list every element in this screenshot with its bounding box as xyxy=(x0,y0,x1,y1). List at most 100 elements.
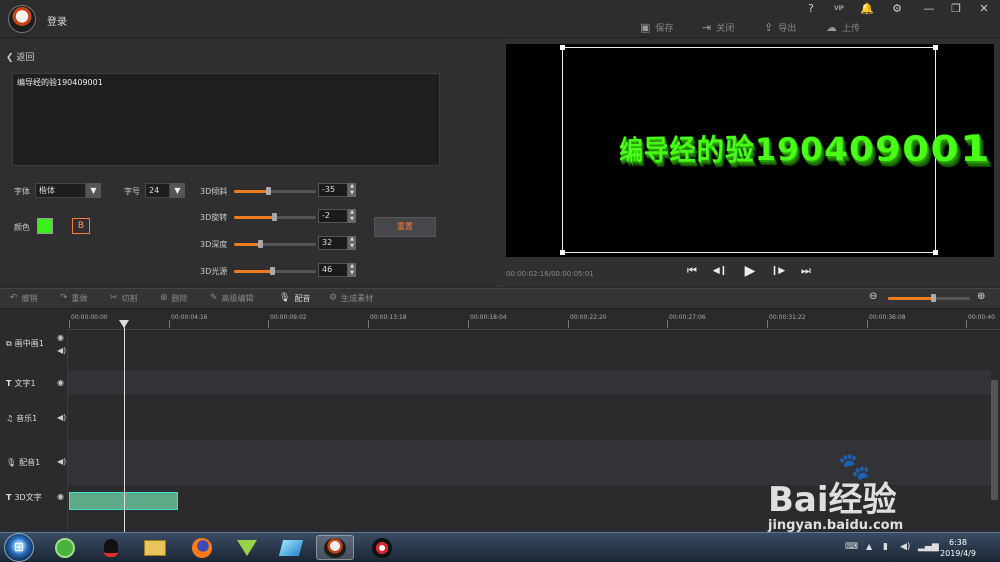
tool-label: 生成素材 xyxy=(341,293,374,303)
resize-handle[interactable] xyxy=(933,250,938,255)
track-label-text1[interactable]: T 文字1 xyxy=(6,378,36,389)
ruler-tick-label: 00:00:27:06 xyxy=(669,314,706,321)
resize-handle[interactable] xyxy=(560,250,565,255)
qq-icon[interactable] xyxy=(92,535,130,560)
color-swatch[interactable] xyxy=(37,218,53,234)
firefox-icon[interactable] xyxy=(183,535,221,560)
spinner-arrows-icon[interactable]: ▲ ▼ xyxy=(348,209,356,223)
eye-icon[interactable]: ◉ xyxy=(57,492,64,501)
size-select[interactable]: 24 xyxy=(145,183,170,198)
minimize-icon[interactable]: — xyxy=(922,2,936,16)
slider-label: 3D光源 xyxy=(200,267,228,276)
track-lane[interactable] xyxy=(68,395,991,440)
font-select[interactable]: 楷体 xyxy=(35,183,86,198)
slider-value-input[interactable]: -35 xyxy=(318,183,348,197)
close-window-icon[interactable]: ✕ xyxy=(977,2,991,16)
tool-undo-button[interactable]: ↶ 撤销 xyxy=(10,292,38,304)
track-label-3dtext[interactable]: T 3D文字 xyxy=(6,492,42,503)
export-button[interactable]: ⇪ 导出 xyxy=(764,20,796,34)
chevron-down-icon[interactable]: ▼ xyxy=(170,183,185,198)
advanced-edit-icon: ✎ xyxy=(210,293,218,303)
keyboard-icon[interactable]: ⌨ xyxy=(845,542,858,552)
speaker-icon[interactable]: ◀) xyxy=(57,457,66,466)
ruler-tick-mark xyxy=(468,320,469,328)
watermark-url: jingyan.baidu.com xyxy=(768,518,904,533)
close-doc-label: 关闭 xyxy=(716,23,735,34)
ruler-tick-mark xyxy=(568,320,569,328)
vip-icon[interactable]: VIP xyxy=(832,2,846,16)
ruler-tick-mark xyxy=(268,320,269,328)
speaker-icon[interactable]: ◀) xyxy=(57,346,66,355)
slider-value-input[interactable]: 46 xyxy=(318,263,348,277)
spinner-arrows-icon[interactable]: ▲ ▼ xyxy=(348,183,356,197)
slider-fill xyxy=(234,190,268,193)
slider-value-input[interactable]: 32 xyxy=(318,236,348,250)
speaker-icon[interactable]: ◀) xyxy=(57,413,66,422)
save-button[interactable]: ▣ 保存 xyxy=(640,20,673,34)
upload-label: 上传 xyxy=(842,23,861,34)
tool-generate-button[interactable]: ⚙ 生成素材 xyxy=(329,292,373,304)
track-lane[interactable] xyxy=(68,330,991,370)
login-link[interactable]: 登录 xyxy=(47,13,67,28)
zoom-out-icon[interactable]: ⊖ xyxy=(869,291,877,302)
slider-value-input[interactable]: -2 xyxy=(318,209,348,223)
back-button[interactable]: ❮ 返回 xyxy=(6,50,34,63)
reset-button[interactable]: 重置 xyxy=(374,217,436,237)
maximize-icon[interactable]: ❐ xyxy=(949,2,963,16)
gear-icon[interactable]: ⚙ xyxy=(890,2,904,16)
volume-icon[interactable]: ◀) xyxy=(900,542,910,552)
resize-handle[interactable] xyxy=(560,45,565,50)
generate-icon: ⚙ xyxy=(329,293,338,303)
notepad-app-icon[interactable] xyxy=(272,535,310,560)
step-back-icon[interactable]: ◀❙ xyxy=(712,263,728,279)
slider-fill xyxy=(234,270,272,273)
ruler-tick-label: 00:00:22:20 xyxy=(570,314,607,321)
track-label-music[interactable]: ♫ 音乐1 xyxy=(6,413,37,424)
tool-advanced-edit-button[interactable]: ✎ 高级编辑 xyxy=(210,292,254,304)
text-input[interactable]: 编导经的验190409001 xyxy=(12,73,440,166)
media-app-icon[interactable] xyxy=(228,535,266,560)
play-icon[interactable]: ▶ xyxy=(742,263,758,279)
zoom-in-icon[interactable]: ⊕ xyxy=(977,291,985,302)
skip-start-icon[interactable]: ⏮ xyxy=(684,263,700,279)
track-label-voice[interactable]: 🎙 配音1 xyxy=(6,457,40,468)
eye-icon[interactable]: ◉ xyxy=(57,378,64,387)
slider-knob[interactable] xyxy=(272,213,277,221)
slider-knob[interactable] xyxy=(258,240,263,248)
bell-icon[interactable]: 🔔 xyxy=(860,2,874,16)
eye-icon[interactable]: ◉ xyxy=(57,333,64,342)
track-lane[interactable] xyxy=(68,370,991,395)
track-label-text: 画中画1 xyxy=(14,339,44,348)
spinner-arrows-icon[interactable]: ▲ ▼ xyxy=(348,263,356,277)
record-app-icon[interactable] xyxy=(363,535,401,560)
splitter-grip-icon[interactable]: ⋯ xyxy=(496,284,504,290)
tool-microphone-button[interactable]: 🎙 配音 xyxy=(279,292,310,304)
undo-icon: ↶ xyxy=(10,293,18,303)
zoom-slider-knob[interactable] xyxy=(931,294,936,302)
chevron-down-icon[interactable]: ▼ xyxy=(86,183,101,198)
track-label-pip[interactable]: ⧉ 画中画1 xyxy=(6,338,44,349)
bold-button[interactable]: B xyxy=(72,218,90,234)
playhead-marker-icon[interactable] xyxy=(119,320,129,328)
step-forward-icon[interactable]: ❙▶ xyxy=(770,263,786,279)
video-editor-app-icon[interactable] xyxy=(316,535,354,560)
tool-redo-button[interactable]: ↷ 重做 xyxy=(60,292,88,304)
tray-arrow-icon[interactable]: ▲ xyxy=(866,542,872,551)
help-icon[interactable]: ? xyxy=(804,2,818,16)
color-label: 颜色 xyxy=(14,223,30,232)
tool-cut-button[interactable]: ✂ 切割 xyxy=(110,292,138,304)
resize-handle[interactable] xyxy=(933,45,938,50)
tool-delete-button[interactable]: ⊗ 删除 xyxy=(160,292,188,304)
app-360-icon[interactable] xyxy=(46,535,84,560)
close-doc-button[interactable]: ⇥ 关闭 xyxy=(702,20,734,34)
slider-knob[interactable] xyxy=(270,267,275,275)
file-explorer-icon[interactable] xyxy=(136,535,174,560)
upload-button[interactable]: ☁ 上传 xyxy=(826,20,860,34)
skip-end-icon[interactable]: ⏭ xyxy=(798,263,814,279)
app-logo[interactable] xyxy=(8,5,36,33)
slider-knob[interactable] xyxy=(266,187,271,195)
playhead-line[interactable] xyxy=(124,320,125,532)
start-button[interactable]: ⊞ xyxy=(4,533,34,562)
spinner-arrows-icon[interactable]: ▲ ▼ xyxy=(348,236,356,250)
battery-icon[interactable]: ▮ xyxy=(883,542,888,552)
